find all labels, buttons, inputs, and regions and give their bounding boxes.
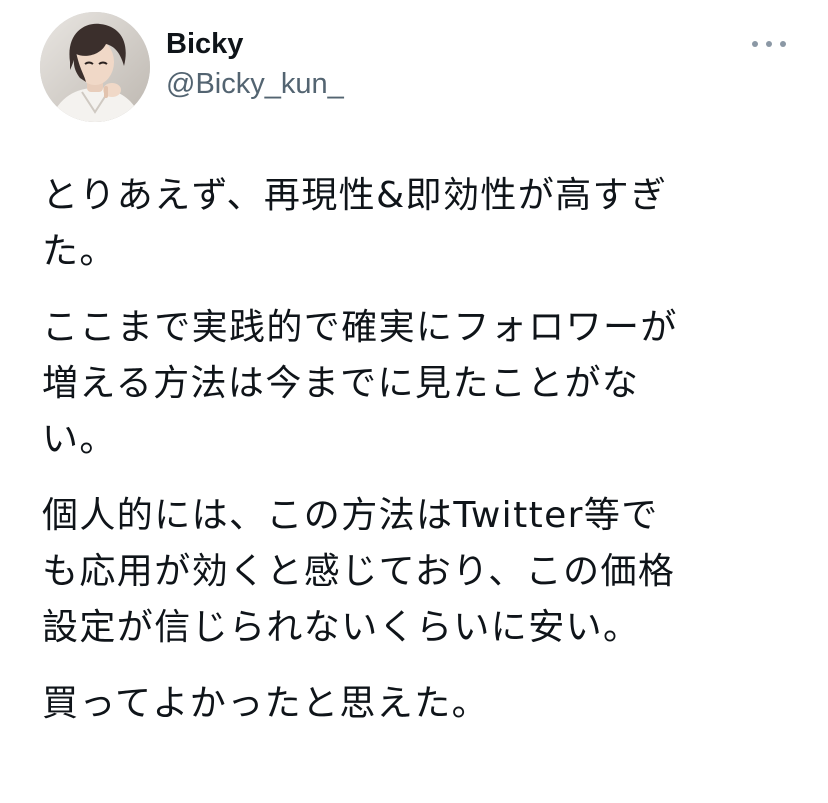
more-dot bbox=[780, 41, 786, 47]
tweet-paragraph: ここまで実践的で確実にフォロワーが 増える方法は今までに見たことがな い。 bbox=[42, 307, 678, 460]
more-horizontal-icon[interactable] bbox=[752, 34, 786, 54]
avatar[interactable] bbox=[40, 12, 150, 122]
tweet-text: とりあえず、再現性&即効性が高すぎ た。 ここまで実践的で確実にフォロワーが 増… bbox=[42, 168, 792, 732]
tweet-card: Bicky @Bicky_kun_ とりあえず、再現性&即効性が高すぎ た。 こ… bbox=[0, 0, 828, 803]
tweet-paragraph: とりあえず、再現性&即効性が高すぎ た。 bbox=[42, 175, 668, 272]
tweet-paragraph: 個人的には、この方法はTwitter等で も応用が効くと感じており、この価格 設… bbox=[42, 495, 676, 648]
avatar-illustration bbox=[40, 12, 150, 122]
author-block: Bicky @Bicky_kun_ bbox=[166, 26, 344, 102]
more-dot bbox=[766, 41, 772, 47]
user-handle[interactable]: @Bicky_kun_ bbox=[166, 66, 344, 102]
more-dot bbox=[752, 41, 758, 47]
tweet-paragraph: 買ってよかったと思えた。 bbox=[42, 683, 490, 724]
display-name[interactable]: Bicky bbox=[166, 26, 344, 62]
